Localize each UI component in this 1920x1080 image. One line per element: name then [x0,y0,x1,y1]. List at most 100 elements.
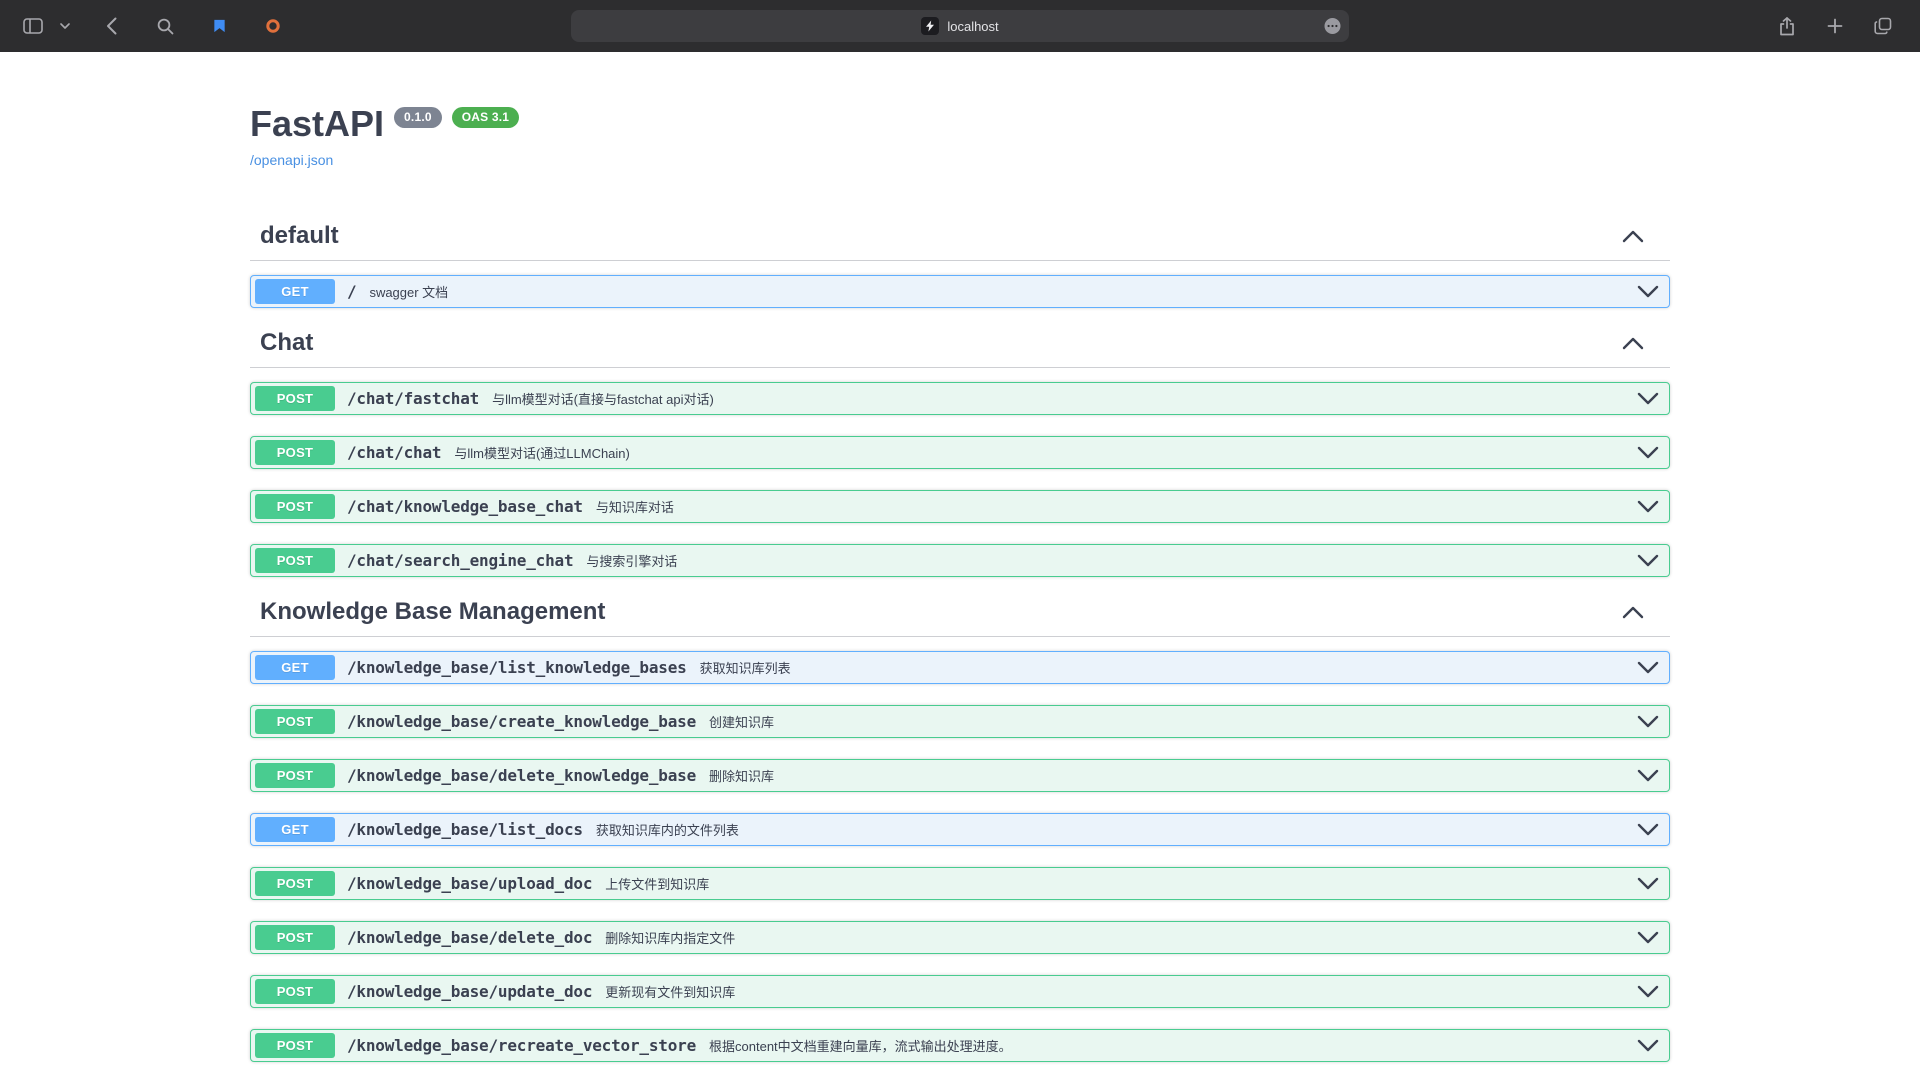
operation-description: 与知识库对话 [596,497,674,516]
expand-operation-button[interactable] [1637,284,1665,300]
chevron-down-icon [1637,553,1659,569]
operation-row[interactable]: GET / swagger 文档 [250,275,1670,308]
operation-summary[interactable]: POST /chat/fastchat 与llm模型对话(直接与fastchat… [251,383,1669,414]
expand-operation-button[interactable] [1637,445,1665,461]
operation-row[interactable]: POST /knowledge_base/create_knowledge_ba… [250,705,1670,738]
toolbar-left-group [16,11,290,41]
api-info: FastAPI 0.1.0 OAS 3.1 /openapi.json [250,102,1670,170]
operation-row[interactable]: POST /chat/knowledge_base_chat 与知识库对话 [250,490,1670,523]
method-badge: POST [255,440,335,465]
chevron-down-icon [1637,1038,1659,1054]
operation-description: 删除知识库 [709,766,774,785]
operation-summary[interactable]: POST /knowledge_base/upload_doc 上传文件到知识库 [251,868,1669,899]
operation-path: /knowledge_base/create_knowledge_base [347,712,696,731]
operation-path: /knowledge_base/recreate_vector_store [347,1036,696,1055]
api-tag-section: Knowledge Base Management GET /knowledge… [250,598,1670,1062]
operation-description: 获取知识库列表 [700,658,791,677]
method-badge: GET [255,655,335,680]
section-header[interactable]: default [250,222,1670,261]
method-badge: POST [255,709,335,734]
operation-path: /chat/search_engine_chat [347,551,573,570]
method-badge: POST [255,1033,335,1058]
operation-row[interactable]: GET /knowledge_base/list_docs 获取知识库内的文件列… [250,813,1670,846]
api-title-row: FastAPI 0.1.0 OAS 3.1 [250,102,1670,145]
operation-summary[interactable]: POST /chat/knowledge_base_chat 与知识库对话 [251,491,1669,522]
method-badge: POST [255,979,335,1004]
method-badge: POST [255,548,335,573]
operation-row[interactable]: POST /knowledge_base/delete_doc 删除知识库内指定… [250,921,1670,954]
expand-operation-button[interactable] [1637,714,1665,730]
operation-description: 与搜索引擎对话 [586,551,677,570]
section-header[interactable]: Knowledge Base Management [250,598,1670,637]
operation-path: / [347,282,356,301]
operation-row[interactable]: POST /chat/search_engine_chat 与搜索引擎对话 [250,544,1670,577]
expand-operation-button[interactable] [1637,984,1665,1000]
section-title: Chat [260,329,313,357]
section-header[interactable]: Chat [250,329,1670,368]
sidebar-toggle-button[interactable] [16,11,50,41]
operation-path: /chat/knowledge_base_chat [347,497,583,516]
share-button[interactable] [1770,11,1804,41]
operation-summary[interactable]: POST /knowledge_base/create_knowledge_ba… [251,706,1669,737]
chevron-up-icon [1622,229,1644,243]
back-button[interactable] [94,11,128,41]
operation-row[interactable]: POST /chat/fastchat 与llm模型对话(直接与fastchat… [250,382,1670,415]
method-badge: GET [255,279,335,304]
address-text: localhost [947,19,998,34]
collapse-section-button[interactable] [1622,605,1644,619]
sidebar-menu-chevron-button[interactable] [56,11,74,41]
pinned-tab-button-2[interactable] [256,11,290,41]
collapse-section-button[interactable] [1622,336,1644,350]
address-bar[interactable]: localhost [571,10,1349,42]
section-title: Knowledge Base Management [260,598,605,626]
section-operations: GET / swagger 文档 [250,275,1670,308]
operation-row[interactable]: POST /knowledge_base/delete_knowledge_ba… [250,759,1670,792]
chevron-down-icon [1637,499,1659,515]
expand-operation-button[interactable] [1637,930,1665,946]
expand-operation-button[interactable] [1637,660,1665,676]
operation-summary[interactable]: POST /chat/search_engine_chat 与搜索引擎对话 [251,545,1669,576]
operation-summary[interactable]: POST /knowledge_base/recreate_vector_sto… [251,1030,1669,1061]
operation-summary[interactable]: POST /knowledge_base/delete_knowledge_ba… [251,760,1669,791]
page-settings-button[interactable] [1324,18,1341,35]
new-tab-button[interactable] [1818,11,1852,41]
section-operations: POST /chat/fastchat 与llm模型对话(直接与fastchat… [250,382,1670,577]
expand-operation-button[interactable] [1637,499,1665,515]
operation-row[interactable]: POST /chat/chat 与llm模型对话(通过LLMChain) [250,436,1670,469]
expand-operation-button[interactable] [1637,822,1665,838]
expand-operation-button[interactable] [1637,768,1665,784]
tab-overview-button[interactable] [1866,11,1900,41]
operation-summary[interactable]: POST /chat/chat 与llm模型对话(通过LLMChain) [251,437,1669,468]
method-badge: POST [255,925,335,950]
site-favicon [921,17,939,35]
operation-description: 获取知识库内的文件列表 [596,820,739,839]
operation-row[interactable]: GET /knowledge_base/list_knowledge_bases… [250,651,1670,684]
chevron-down-icon [60,23,70,29]
operation-row[interactable]: POST /knowledge_base/recreate_vector_sto… [250,1029,1670,1062]
operation-description: 根据content中文档重建向量库，流式输出处理进度。 [709,1036,1012,1055]
api-tag-section: Chat POST /chat/fastchat 与llm模型对话(直接与fas… [250,329,1670,577]
chevron-down-icon [1637,930,1659,946]
collapse-section-button[interactable] [1622,229,1644,243]
expand-operation-button[interactable] [1637,553,1665,569]
operation-summary[interactable]: POST /knowledge_base/update_doc 更新现有文件到知… [251,976,1669,1007]
search-button[interactable] [148,11,182,41]
operation-summary[interactable]: GET / swagger 文档 [251,276,1669,307]
operation-description: 与llm模型对话(直接与fastchat api对话) [492,389,714,408]
ellipsis-icon [1324,18,1341,35]
operation-description: 创建知识库 [709,712,774,731]
operation-row[interactable]: POST /knowledge_base/upload_doc 上传文件到知识库 [250,867,1670,900]
expand-operation-button[interactable] [1637,1038,1665,1054]
operation-summary[interactable]: GET /knowledge_base/list_knowledge_bases… [251,652,1669,683]
api-title: FastAPI [250,102,384,145]
operation-row[interactable]: POST /knowledge_base/update_doc 更新现有文件到知… [250,975,1670,1008]
operation-summary[interactable]: GET /knowledge_base/list_docs 获取知识库内的文件列… [251,814,1669,845]
expand-operation-button[interactable] [1637,391,1665,407]
browser-toolbar: localhost [0,0,1920,52]
pinned-tab-button-1[interactable] [202,11,236,41]
openapi-spec-link[interactable]: /openapi.json [250,152,333,168]
operation-summary[interactable]: POST /knowledge_base/delete_doc 删除知识库内指定… [251,922,1669,953]
operation-path: /knowledge_base/delete_doc [347,928,592,947]
expand-operation-button[interactable] [1637,876,1665,892]
operation-path: /knowledge_base/delete_knowledge_base [347,766,696,785]
